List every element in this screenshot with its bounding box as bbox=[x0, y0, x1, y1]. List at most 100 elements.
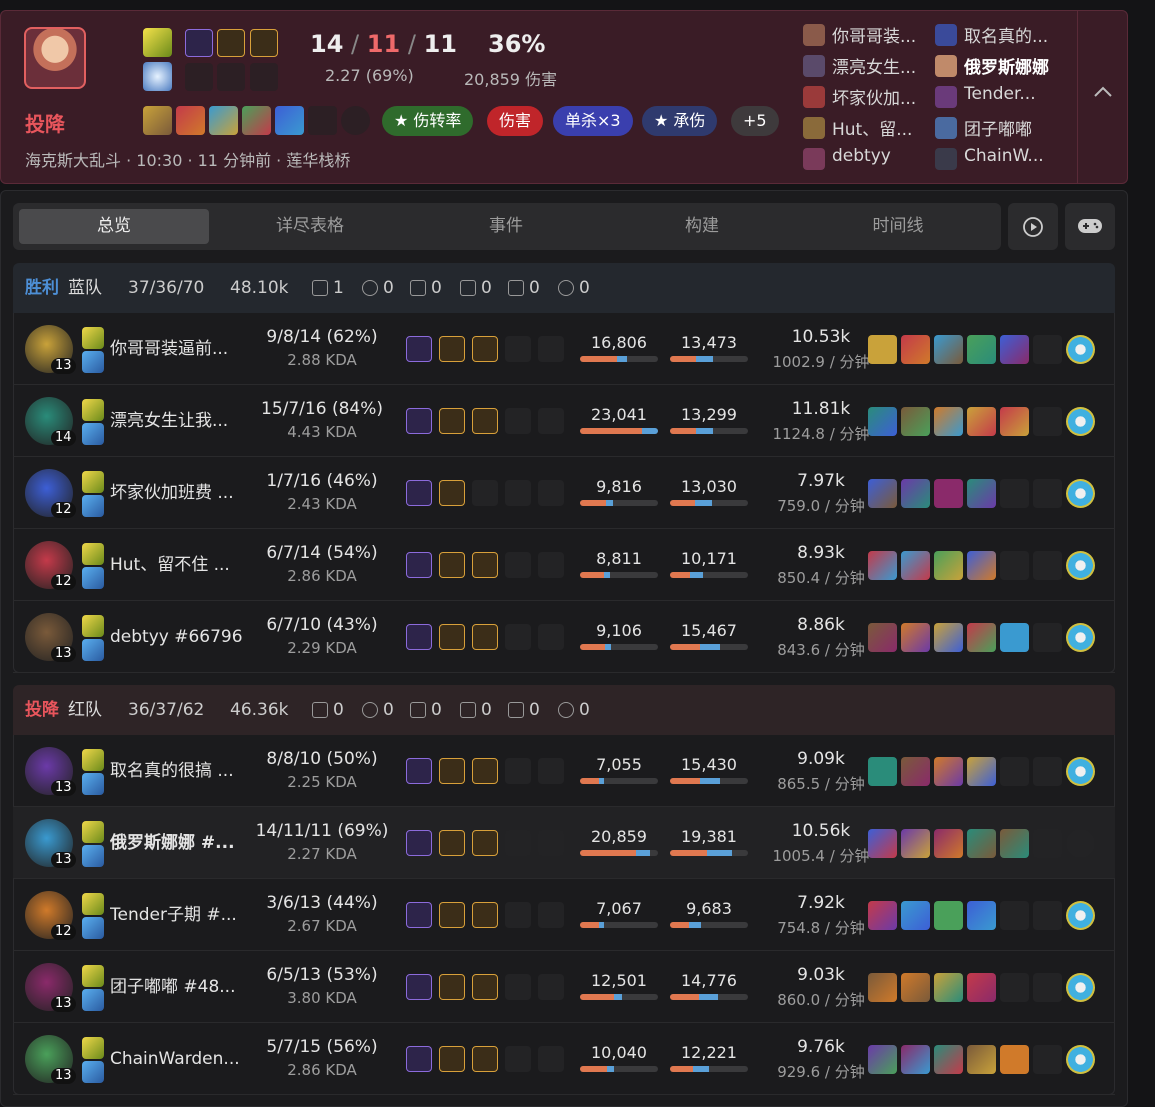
item-slot-empty bbox=[1033, 407, 1062, 436]
item-slot-empty bbox=[1033, 757, 1062, 786]
item-icon bbox=[967, 407, 996, 436]
player-name[interactable]: 坏家伙加班费 ... bbox=[110, 457, 250, 529]
damage-fill-secondary bbox=[599, 922, 605, 928]
tab-events[interactable]: 事件 bbox=[411, 209, 601, 244]
augment-slot-empty bbox=[185, 63, 213, 91]
augment-icon bbox=[439, 902, 465, 928]
player-row[interactable]: 12 Tender子期 #... 3/6/13 (44%) 2.67 KDA 7,067… bbox=[13, 879, 1115, 951]
player-name-link[interactable]: 团子嘟嘟 bbox=[964, 115, 1032, 140]
player-row[interactable]: 13 debtyy #66796 6/7/10 (43%) 2.29 KDA 9,106… bbox=[13, 601, 1115, 673]
player-name[interactable]: ChainWarden... bbox=[110, 1023, 250, 1095]
item-slot-empty bbox=[1033, 1045, 1062, 1074]
damage-dealt-bar bbox=[580, 922, 658, 928]
replay-icon bbox=[1023, 217, 1043, 237]
player-name[interactable]: 你哥哥装逼前... bbox=[110, 313, 250, 385]
item-icon bbox=[868, 973, 897, 1002]
trinket-slot bbox=[341, 106, 370, 135]
team-gold: 46.36k bbox=[230, 700, 289, 720]
player-name-link[interactable]: 你哥哥装... bbox=[832, 22, 916, 47]
damage-dealt-bar bbox=[580, 572, 658, 578]
player-name-link[interactable]: 俄罗斯娜娜 bbox=[964, 53, 1049, 78]
player-row[interactable]: 13 你哥哥装逼前... 9/8/14 (62%) 2.88 KDA 16,806 13,… bbox=[13, 313, 1115, 385]
game-client-button[interactable] bbox=[1065, 203, 1115, 250]
summoner-spell-icon bbox=[82, 615, 104, 637]
player-row[interactable]: 14 漂亮女生让我... 15/7/16 (84%) 4.43 KDA 23,041 13… bbox=[13, 385, 1115, 457]
item-icon bbox=[176, 106, 205, 135]
champion-level: 12 bbox=[51, 502, 76, 518]
champion-level: 13 bbox=[51, 780, 76, 796]
objective-count: 0 bbox=[529, 700, 540, 720]
player-name-link[interactable]: Hut、留... bbox=[832, 115, 912, 140]
item-icon bbox=[901, 551, 930, 580]
summoner-spell-icon bbox=[82, 495, 104, 517]
replay-button[interactable] bbox=[1008, 203, 1058, 250]
augment-icon bbox=[250, 29, 278, 57]
tab-timeline[interactable]: 时间线 bbox=[803, 209, 993, 244]
damage-taken: 19,381 bbox=[681, 827, 737, 846]
player-kda-ratio: 2.29 KDA bbox=[287, 639, 357, 657]
player-name-link[interactable]: Tender... bbox=[964, 84, 1036, 104]
summoner-spell-icon bbox=[82, 1037, 104, 1059]
player-row[interactable]: 13 ChainWarden... 5/7/15 (56%) 2.86 KDA 10,0… bbox=[13, 1023, 1115, 1095]
damage-fill bbox=[580, 850, 637, 856]
match-result: 投降 bbox=[25, 112, 65, 136]
augment-icon bbox=[472, 336, 498, 362]
champion-level: 12 bbox=[51, 574, 76, 590]
player-avatar bbox=[803, 24, 825, 46]
player-row[interactable]: 13 团子嘟嘟 #48... 6/5/13 (53%) 3.80 KDA 12,501 1… bbox=[13, 951, 1115, 1023]
player-name-link[interactable]: 取名真的... bbox=[964, 22, 1048, 47]
player-name-link[interactable]: ChainW... bbox=[964, 146, 1044, 166]
augment-icon bbox=[406, 408, 432, 434]
tab-overview[interactable]: 总览 bbox=[19, 209, 209, 244]
player-row[interactable]: 13 俄罗斯娜娜 #... 14/11/11 (69%) 2.27 KDA 20,859… bbox=[13, 807, 1115, 879]
augment-slot-empty bbox=[538, 758, 564, 784]
player-name[interactable]: Tender子期 #... bbox=[110, 879, 250, 951]
player-row[interactable]: 12 Hut、留不住 ... 6/7/14 (54%) 2.86 KDA 8,811 10… bbox=[13, 529, 1115, 601]
team-gold: 48.10k bbox=[230, 278, 289, 298]
player-row[interactable]: 13 取名真的很搞 ... 8/8/10 (50%) 2.25 KDA 7,055 15,… bbox=[13, 735, 1115, 807]
taken-fill bbox=[670, 500, 696, 506]
damage-dealt: 20,859 bbox=[591, 827, 647, 846]
player-name[interactable]: 取名真的很搞 ... bbox=[110, 735, 250, 807]
augment-slot-empty bbox=[538, 1046, 564, 1072]
player-name-link[interactable]: 漂亮女生... bbox=[832, 53, 916, 78]
chevron-up-icon[interactable] bbox=[1091, 80, 1115, 104]
item-icon bbox=[1000, 829, 1029, 858]
augment-icon bbox=[217, 29, 245, 57]
team-kda: 36/37/62 bbox=[128, 700, 205, 720]
summoner-spell-icon bbox=[82, 965, 104, 987]
player-name-link[interactable]: debtyy bbox=[832, 146, 891, 166]
champion-level: 12 bbox=[51, 924, 76, 940]
player-name[interactable]: 漂亮女生让我... bbox=[110, 385, 250, 457]
summoner-spell-icon bbox=[82, 327, 104, 349]
item-icon bbox=[967, 623, 996, 652]
item-icon bbox=[934, 829, 963, 858]
player-kda-ratio: 2.43 KDA bbox=[287, 495, 357, 513]
item-slot-empty bbox=[1033, 829, 1062, 858]
tab-builds[interactable]: 构建 bbox=[607, 209, 797, 244]
gold-per-minute: 843.6 / 分钟 bbox=[777, 641, 865, 659]
damage-fill-secondary bbox=[606, 500, 613, 506]
player-name[interactable]: 俄罗斯娜娜 #... bbox=[110, 807, 250, 879]
player-name-link[interactable]: 坏家伙加... bbox=[832, 84, 916, 109]
damage-dealt-bar bbox=[580, 850, 658, 856]
player-name[interactable]: 团子嘟嘟 #48... bbox=[110, 951, 250, 1023]
summoner-spell-icon bbox=[82, 989, 104, 1011]
player-row[interactable]: 12 坏家伙加班费 ... 1/7/16 (46%) 2.43 KDA 9,816 13,… bbox=[13, 457, 1115, 529]
player-name[interactable]: Hut、留不住 ... bbox=[110, 529, 250, 601]
damage-dealt: 10,040 bbox=[591, 1043, 647, 1062]
damage-fill-secondary bbox=[604, 644, 612, 650]
item-icon bbox=[934, 479, 963, 508]
highlight-tag: ★ 伤转率 bbox=[382, 106, 474, 136]
player-kda: 6/7/10 (43%) bbox=[266, 615, 378, 635]
player-kda-ratio: 4.43 KDA bbox=[287, 423, 357, 441]
summoner-spell-icon bbox=[82, 893, 104, 915]
inhibitor-icon bbox=[362, 280, 378, 296]
highlight-tag: ★ 承伤 bbox=[642, 106, 718, 136]
tab-detailed-table[interactable]: 详尽表格 bbox=[215, 209, 405, 244]
augment-icon bbox=[406, 624, 432, 650]
player-gold: 11.81k bbox=[791, 399, 851, 419]
player-name[interactable]: debtyy #66796 bbox=[110, 601, 250, 673]
champion-avatar bbox=[24, 27, 86, 89]
item-icon bbox=[934, 973, 963, 1002]
